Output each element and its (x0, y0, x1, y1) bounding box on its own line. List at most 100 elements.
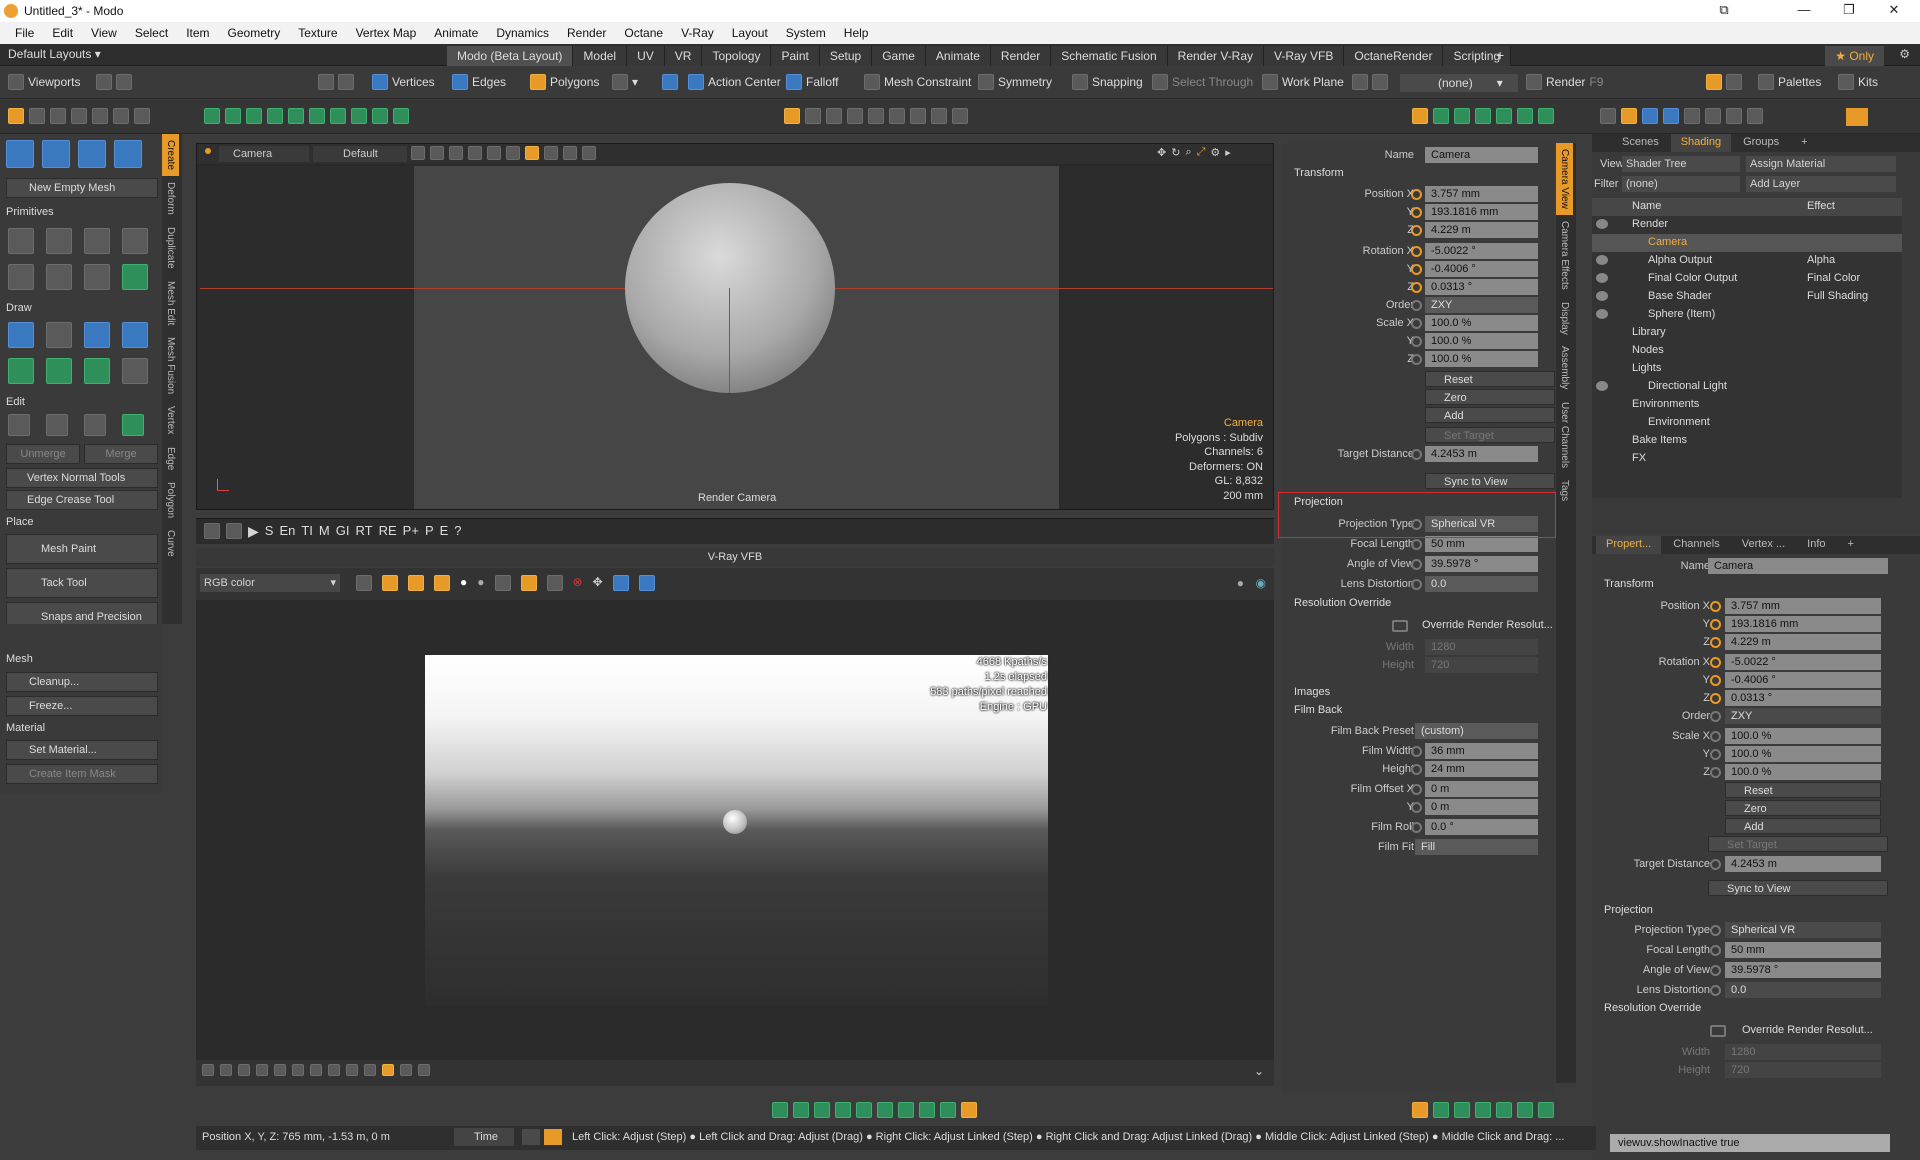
right-resolution-override-header[interactable]: Resolution Override (1592, 1002, 1864, 1018)
channel-dot-icon[interactable] (1411, 579, 1422, 590)
bt-layers-icon[interactable] (1412, 1102, 1428, 1118)
person-icon[interactable] (525, 146, 539, 160)
tree-row[interactable]: FX (1592, 450, 1902, 468)
scale-y-field[interactable]: 100.0 % (1425, 333, 1538, 349)
add-item-icon[interactable] (1517, 108, 1533, 124)
layout-tab-vr[interactable]: VR (664, 46, 703, 66)
channel-dot-icon[interactable] (1710, 711, 1721, 722)
channel-dot-icon[interactable] (1411, 822, 1422, 833)
channel-dot-icon[interactable] (1411, 207, 1422, 218)
filter-dropdown[interactable]: (none) (1622, 176, 1740, 192)
vfb-b5-icon[interactable] (274, 1064, 286, 1076)
plus-icon[interactable] (931, 108, 947, 124)
render-image[interactable]: 4668 Kpaths/s 1.2s elapsed 583 paths/pix… (425, 655, 1048, 1005)
bt-line-icon[interactable] (919, 1102, 935, 1118)
check-icon[interactable] (393, 108, 409, 124)
reset-dropdown[interactable]: Reset (1425, 371, 1555, 387)
visibility-eye-icon[interactable] (1596, 291, 1608, 301)
channel-dot-icon[interactable] (1411, 764, 1422, 775)
lens-distortion-field[interactable]: 0.0 (1425, 576, 1538, 592)
resolution-override-header[interactable]: Resolution Override (1282, 597, 1554, 613)
layout-tab-topology[interactable]: Topology (702, 46, 772, 66)
vfb-button-rt[interactable]: RT (356, 523, 373, 540)
viewport-gear-icon[interactable]: ⚙ (1210, 146, 1220, 159)
vfb-button-m[interactable]: M (319, 523, 330, 540)
spline-tool-icon[interactable] (84, 358, 110, 384)
zoom-view-icon[interactable]: ⌕ (1185, 146, 1191, 159)
channel-dot-icon[interactable] (1710, 675, 1721, 686)
position-x-field[interactable]: 3.757 mm (1425, 186, 1538, 202)
workplane-align-icon[interactable] (1352, 74, 1368, 90)
width-field[interactable]: 1280 (1425, 639, 1538, 655)
item-mode-icon[interactable] (318, 74, 334, 90)
bt-add2-icon[interactable] (1517, 1102, 1533, 1118)
left-vtab-duplicate[interactable]: Duplicate (162, 221, 179, 275)
vfb-button-re[interactable]: RE (379, 523, 397, 540)
render-items-icon[interactable] (1454, 108, 1470, 124)
layout-tab-schematic-fusion[interactable]: Schematic Fusion (1051, 46, 1168, 66)
right-projection-header[interactable]: Projection (1592, 904, 1864, 920)
right-position-z-field[interactable]: 4.229 m (1725, 634, 1881, 650)
vfb-open-icon[interactable] (520, 575, 537, 591)
add-icon[interactable] (372, 108, 388, 124)
left-vtab-polygon[interactable]: Polygon (162, 476, 179, 524)
layout-tab-modo-beta-layout-[interactable]: Modo (Beta Layout) (447, 46, 574, 66)
channel-dot-icon[interactable] (1411, 282, 1422, 293)
palettes-button[interactable]: Palettes (1778, 75, 1821, 89)
tree-row[interactable]: Lights (1592, 360, 1902, 378)
left-vtab-edge[interactable]: Edge (162, 441, 179, 476)
frame-selected-icon[interactable] (868, 108, 884, 124)
copy-icon[interactable] (46, 414, 68, 436)
transform-tool-icon[interactable] (92, 108, 108, 124)
column-effect-header[interactable]: Effect (1807, 200, 1835, 212)
lights-icon[interactable] (544, 146, 558, 160)
channel-dot-icon[interactable] (1411, 746, 1422, 757)
rotation-z-field[interactable]: 0.0313 ° (1425, 279, 1538, 295)
angle-of-view-field[interactable]: 39.5978 ° (1425, 556, 1538, 572)
layout-icon[interactable] (96, 74, 112, 90)
overlay-icon[interactable] (506, 146, 520, 160)
sketch-tool-icon[interactable] (122, 322, 148, 348)
capsule-icon[interactable] (84, 228, 110, 254)
color-channels-icon[interactable] (356, 575, 372, 591)
channel-dot-icon[interactable] (1710, 657, 1721, 668)
menu-geometry[interactable]: Geometry (219, 26, 290, 40)
cleanup-button[interactable]: Cleanup... (6, 672, 158, 692)
symmetry-button[interactable]: Symmetry (998, 75, 1052, 89)
playback-icon[interactable] (544, 1129, 562, 1145)
bt-bone-icon[interactable] (814, 1102, 830, 1118)
right-width-field[interactable]: 1280 (1725, 1044, 1881, 1060)
shading-icon[interactable] (1642, 108, 1658, 124)
tree-row[interactable]: Render (1592, 216, 1902, 234)
rotation-y-field[interactable]: -0.4006 ° (1425, 261, 1538, 277)
vfb-b1-icon[interactable] (202, 1064, 214, 1076)
paste-icon[interactable] (84, 414, 106, 436)
bt-cube-icon[interactable] (772, 1102, 788, 1118)
bt-dots-icon[interactable] (856, 1102, 872, 1118)
bt-wave-icon[interactable] (877, 1102, 893, 1118)
images-icon[interactable] (1475, 108, 1491, 124)
pose-tool-icon[interactable] (6, 140, 34, 168)
grid-icon[interactable] (411, 146, 425, 160)
menu-system[interactable]: System (777, 26, 835, 40)
add-layer-dropdown[interactable]: Add Layer (1746, 176, 1896, 192)
timeline-icon[interactable] (522, 1129, 540, 1145)
channel-dot-icon[interactable] (1411, 449, 1422, 460)
right-position-y-field[interactable]: 193.1816 mm (1725, 616, 1881, 632)
frame-tool-icon[interactable] (267, 108, 283, 124)
props-vtab-camera-effects[interactable]: Camera Effects (1556, 215, 1573, 296)
vfb-button-p-[interactable]: P+ (403, 523, 419, 540)
film-offset-y-field[interactable]: 0 m (1425, 799, 1538, 815)
view-toggle-icon[interactable] (784, 108, 800, 124)
scene-icon[interactable] (1600, 108, 1616, 124)
vfb-history-icon[interactable] (638, 575, 655, 591)
right-scale-z-field[interactable]: 100.0 % (1725, 764, 1881, 780)
merge-button[interactable]: Merge (84, 444, 158, 464)
vfb-ipr-icon[interactable]: ◉ (1256, 576, 1266, 590)
channel-dot-icon[interactable] (1411, 336, 1422, 347)
merge-icon[interactable] (122, 414, 144, 436)
menu-octane[interactable]: Octane (615, 26, 672, 40)
zero-dropdown[interactable]: Zero (1425, 389, 1555, 405)
right-zero-dropdown[interactable]: Zero (1725, 800, 1881, 816)
channel-dot-icon[interactable] (1411, 300, 1422, 311)
